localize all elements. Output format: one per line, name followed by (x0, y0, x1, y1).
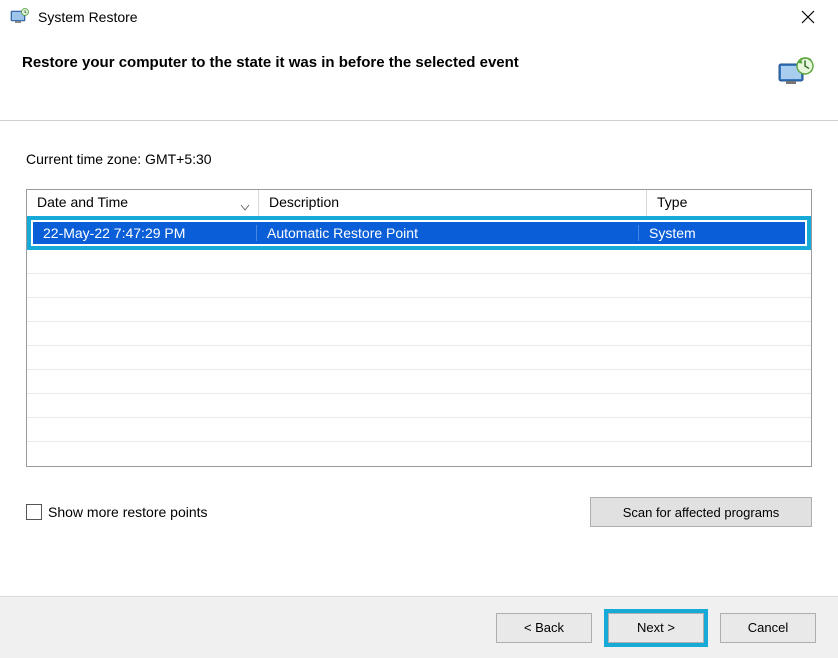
sort-descending-icon (240, 198, 250, 214)
window-title: System Restore (38, 9, 788, 25)
restore-points-table: Date and Time Description Type 22-May-22… (26, 189, 812, 467)
table-row (27, 274, 811, 298)
table-footer-controls: Show more restore points Scan for affect… (26, 497, 812, 527)
scan-affected-button[interactable]: Scan for affected programs (590, 497, 812, 527)
next-button-highlight: Next > (604, 609, 708, 647)
table-row (27, 418, 811, 442)
system-restore-icon (10, 8, 30, 26)
table-row (27, 250, 811, 274)
restore-hero-icon (776, 54, 816, 94)
title-bar: System Restore (0, 0, 838, 34)
checkbox-box-icon (26, 504, 42, 520)
show-more-label: Show more restore points (48, 504, 208, 520)
cancel-button[interactable]: Cancel (720, 613, 816, 643)
column-header-description-label: Description (269, 194, 339, 210)
table-row (27, 370, 811, 394)
column-header-date-label: Date and Time (37, 194, 128, 210)
table-row[interactable]: 22-May-22 7:47:29 PM Automatic Restore P… (33, 222, 805, 244)
column-header-type-label: Type (657, 194, 687, 210)
cell-description: Automatic Restore Point (257, 225, 639, 241)
wizard-footer: < Back Next > Cancel (0, 596, 838, 658)
timezone-label: Current time zone: GMT+5:30 (26, 151, 812, 167)
back-button[interactable]: < Back (496, 613, 592, 643)
column-header-type[interactable]: Type (647, 190, 811, 216)
table-row (27, 394, 811, 418)
table-row (27, 442, 811, 466)
main-content: Current time zone: GMT+5:30 Date and Tim… (0, 121, 838, 527)
table-header-row: Date and Time Description Type (27, 190, 811, 217)
column-header-description[interactable]: Description (259, 190, 647, 216)
column-header-date[interactable]: Date and Time (27, 190, 259, 216)
next-button[interactable]: Next > (608, 613, 704, 643)
table-row (27, 298, 811, 322)
cell-type: System (639, 225, 805, 241)
selected-row-highlight: 22-May-22 7:47:29 PM Automatic Restore P… (27, 216, 811, 250)
wizard-header: Restore your computer to the state it wa… (0, 34, 838, 120)
close-button[interactable] (788, 3, 828, 31)
show-more-checkbox[interactable]: Show more restore points (26, 504, 208, 520)
page-heading: Restore your computer to the state it wa… (22, 54, 764, 71)
table-row (27, 346, 811, 370)
table-row (27, 322, 811, 346)
cell-date: 22-May-22 7:47:29 PM (33, 225, 257, 241)
